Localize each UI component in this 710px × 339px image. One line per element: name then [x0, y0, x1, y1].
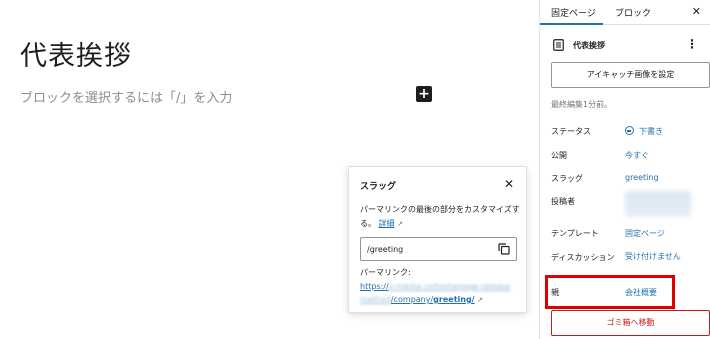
slug-input-value: /greeting — [367, 245, 404, 254]
slug-value[interactable]: greeting — [625, 173, 659, 182]
author-value-blurred[interactable] — [625, 191, 691, 217]
permalink-domain-blurred: v-media.co/homepage-release — [388, 282, 511, 291]
block-inserter-button[interactable]: + — [416, 86, 432, 102]
draft-status-icon — [625, 126, 634, 135]
sidebar-tabs: 固定ページ ブロック ✕ — [540, 0, 710, 25]
slug-input[interactable]: /greeting — [360, 237, 517, 261]
discussion-label: ディスカッション — [551, 253, 615, 262]
active-tab-indicator — [540, 23, 603, 25]
editor-canvas[interactable]: 代表挨拶 ブロックを選択するには「/」を入力 + スラッグ ✕ パーマリンクの最… — [0, 0, 539, 339]
discussion-value[interactable]: 受け付けません — [625, 251, 681, 262]
slug-label: スラッグ — [551, 174, 583, 183]
permalink-link[interactable]: https://v-media.co/homepage-release meth… — [360, 280, 520, 307]
close-icon[interactable]: ✕ — [692, 5, 701, 18]
template-label: テンプレート — [551, 229, 599, 238]
status-value[interactable]: 下書き — [625, 126, 663, 137]
status-value-text: 下書き — [639, 127, 663, 136]
set-featured-image-button[interactable]: アイキャッチ画像を設定 — [551, 62, 710, 88]
publish-label: 公開 — [551, 151, 567, 160]
details-link[interactable]: 詳細 — [379, 219, 395, 228]
permalink-protocol: https:// — [360, 282, 389, 291]
permalink-path: /company/ — [390, 295, 434, 304]
last-edited-text: 最終編集1分前。 — [551, 100, 613, 109]
move-to-trash-button[interactable]: ゴミ箱へ移動 — [551, 310, 710, 336]
permalink-path-blurred: method — [360, 295, 391, 304]
permalink-label: パーマリンク: — [360, 268, 411, 277]
highlight-annotation — [545, 275, 675, 309]
popover-title: スラッグ — [360, 182, 397, 192]
status-label: ステータス — [551, 127, 591, 136]
copy-icon[interactable] — [498, 243, 510, 255]
block-placeholder[interactable]: ブロックを選択するには「/」を入力 — [20, 87, 232, 106]
tab-page[interactable]: 固定ページ — [551, 6, 596, 19]
permalink-slug: greeting/ — [433, 295, 475, 304]
slug-popover: スラッグ ✕ パーマリンクの最後の部分をカスタマイズする。 詳細 ↗ /gree… — [348, 166, 527, 313]
popover-description: パーマリンクの最後の部分をカスタマイズする。 詳細 ↗ — [360, 203, 520, 231]
document-title: 代表挨拶 — [573, 41, 605, 50]
close-icon[interactable]: ✕ — [504, 177, 514, 191]
post-title[interactable]: 代表挨拶 — [20, 34, 132, 73]
template-value[interactable]: 固定ページ — [625, 228, 665, 239]
external-link-icon: ↗ — [397, 220, 403, 228]
page-icon — [553, 39, 564, 51]
external-link-icon: ↗ — [477, 296, 484, 304]
author-label: 投稿者 — [551, 197, 575, 206]
more-options-icon[interactable]: ⋮ — [686, 37, 698, 51]
tab-block[interactable]: ブロック — [615, 6, 651, 19]
publish-value[interactable]: 今すぐ — [625, 150, 649, 161]
